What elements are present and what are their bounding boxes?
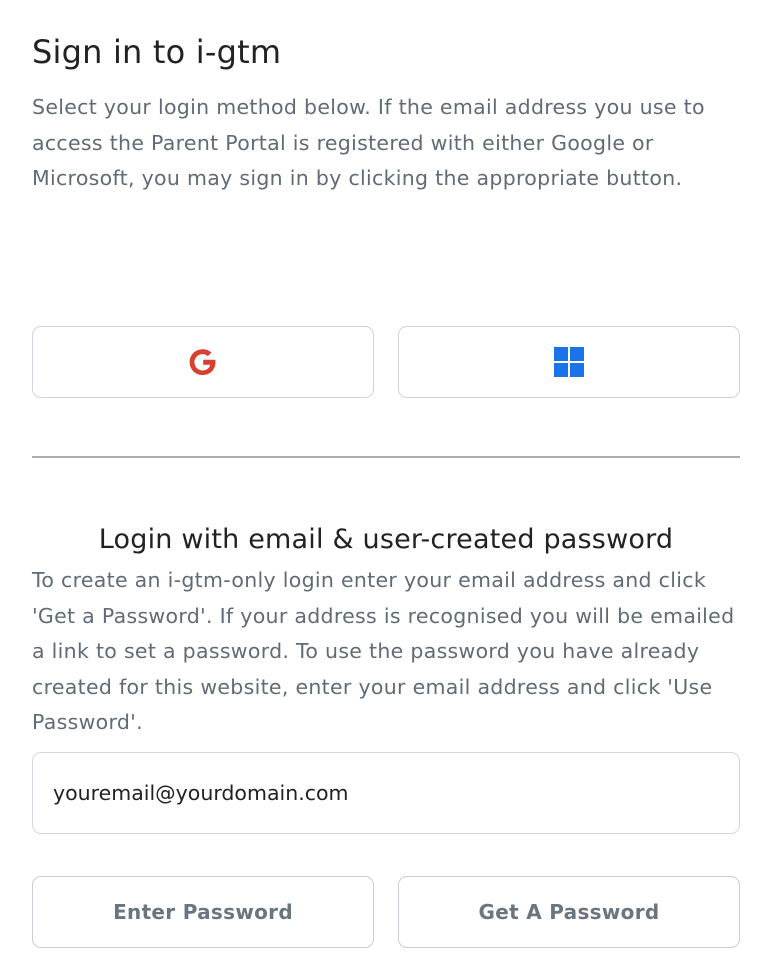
google-g-icon (187, 346, 219, 378)
sso-buttons-row (32, 326, 740, 398)
enter-password-button[interactable]: Enter Password (32, 876, 374, 948)
google-sign-in-button[interactable] (32, 326, 374, 398)
get-password-button[interactable]: Get A Password (398, 876, 740, 948)
windows-logo-icon (554, 347, 584, 377)
email-login-description: To create an i-gtm-only login enter your… (32, 568, 735, 734)
microsoft-sign-in-button[interactable] (398, 326, 740, 398)
email-input[interactable] (32, 752, 740, 834)
intro-text: Select your login method below. If the e… (32, 95, 705, 190)
section-divider (32, 456, 740, 458)
email-login-title: Login with email & user-created password (98, 524, 674, 555)
page-title: Sign in to i-gtm (32, 33, 282, 71)
